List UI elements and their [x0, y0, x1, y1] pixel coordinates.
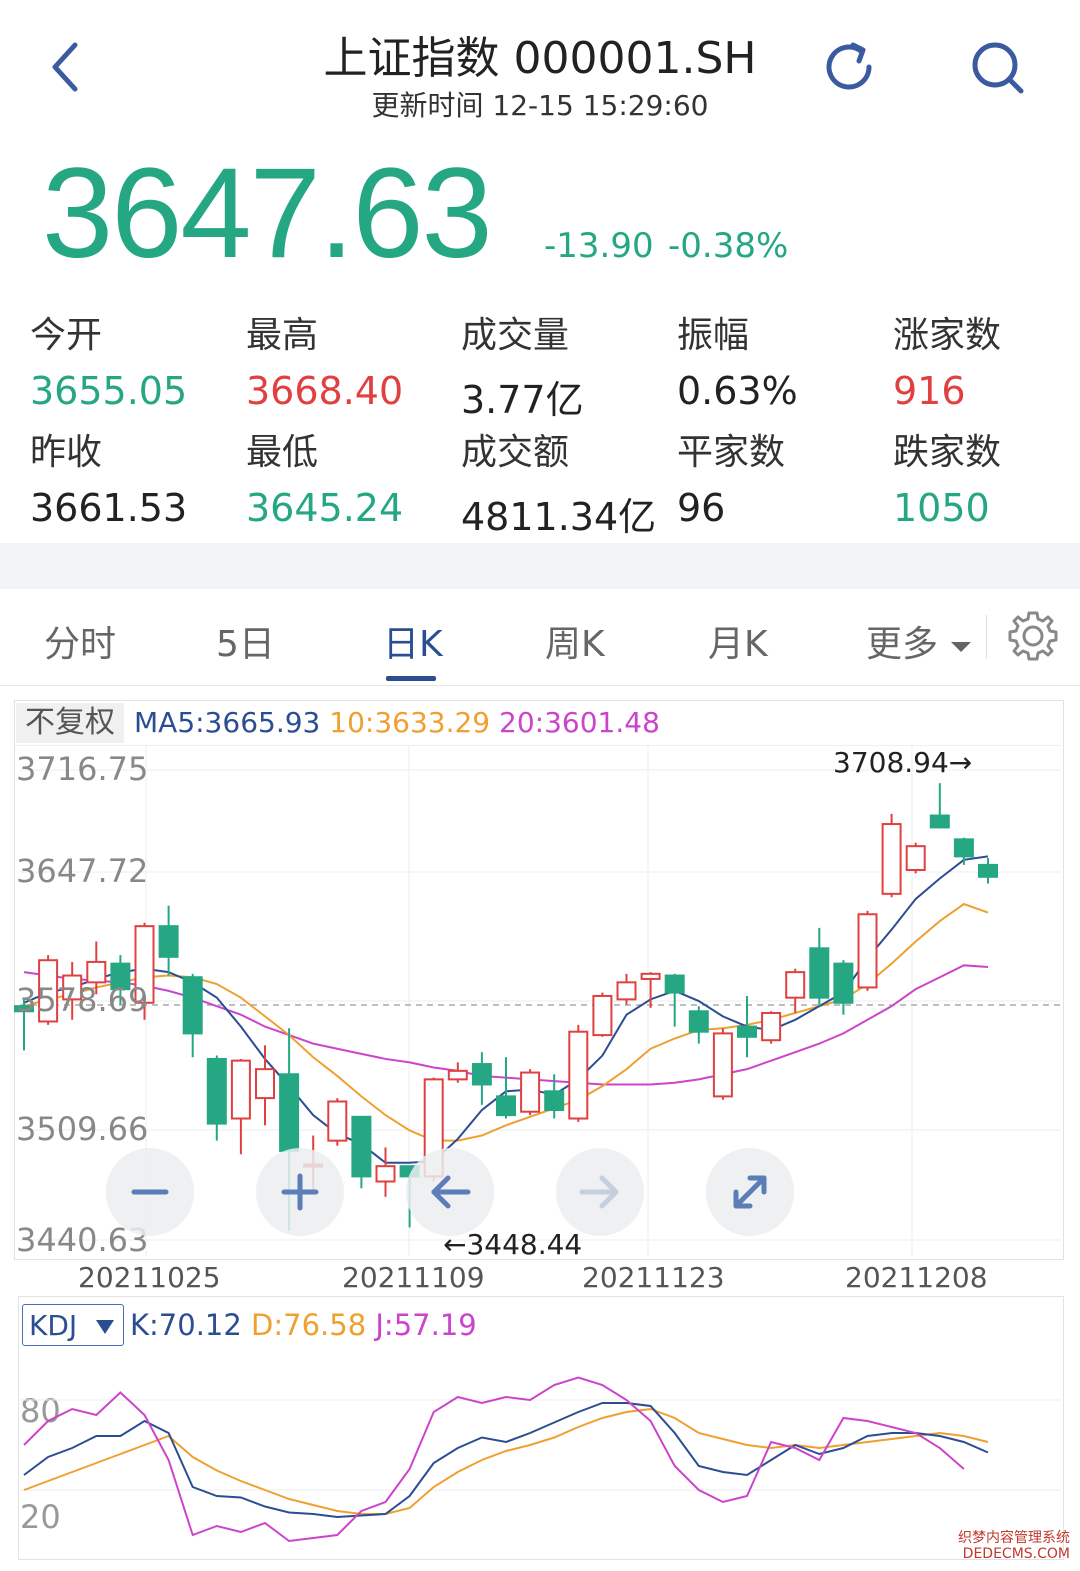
watermark: 织梦内容管理系统 DEDECMS.COM: [958, 1530, 1070, 1562]
kdj-chart[interactable]: [0, 0, 1080, 1571]
kdj-j-line: [23, 1376, 965, 1543]
watermark-line: 织梦内容管理系统: [958, 1530, 1070, 1546]
watermark-line: DEDECMS.COM: [962, 1546, 1070, 1562]
